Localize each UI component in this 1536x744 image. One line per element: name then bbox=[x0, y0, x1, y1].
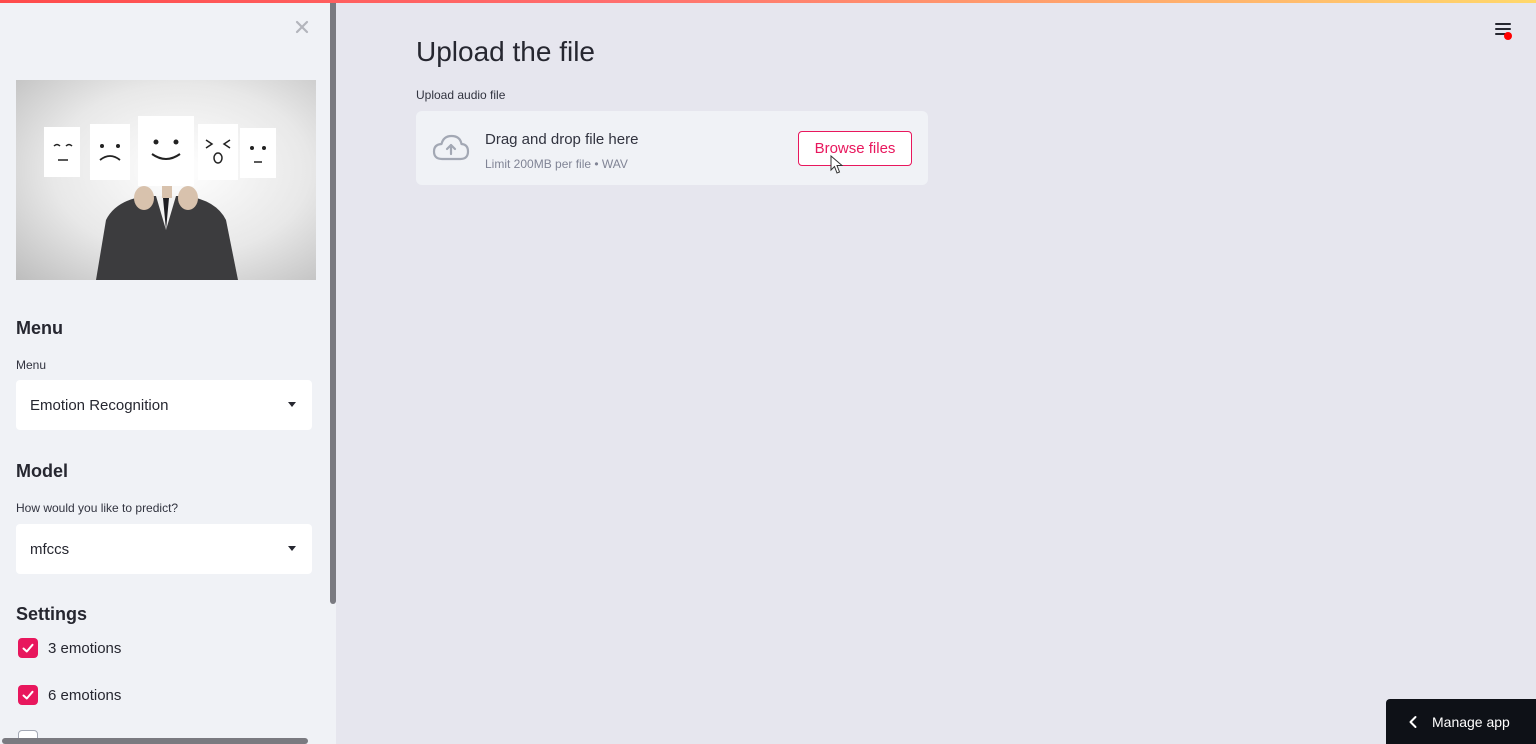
browse-files-button[interactable]: Browse files bbox=[798, 131, 912, 166]
checkbox-checked-icon[interactable] bbox=[18, 638, 38, 658]
checkbox-label: 3 emotions bbox=[48, 639, 122, 657]
model-select[interactable]: mfccs bbox=[16, 524, 312, 574]
menu-select-value: Emotion Recognition bbox=[30, 396, 169, 414]
dropzone-instructions: Drag and drop file here bbox=[485, 131, 639, 148]
caret-down-icon bbox=[288, 546, 296, 551]
upload-label: Upload audio file bbox=[416, 88, 506, 102]
main-content: Upload the file Upload audio file Drag a… bbox=[336, 0, 1536, 744]
mouse-cursor-icon bbox=[830, 155, 844, 174]
manage-app-button[interactable]: Manage app bbox=[1386, 699, 1536, 744]
cloud-upload-icon bbox=[432, 134, 470, 161]
page-title: Upload the file bbox=[416, 36, 596, 67]
checkbox-label: 6 emotions bbox=[48, 686, 122, 704]
close-icon bbox=[295, 20, 309, 34]
sidebar-horizontal-scrollbar[interactable] bbox=[2, 738, 308, 744]
top-decoration-bar bbox=[0, 0, 1536, 3]
menu-select[interactable]: Emotion Recognition bbox=[16, 380, 312, 430]
dropzone-limit: Limit 200MB per file • WAV bbox=[485, 157, 628, 171]
checkbox-6-emotions[interactable]: 6 emotions bbox=[18, 685, 121, 705]
notification-dot bbox=[1504, 32, 1512, 40]
menu-select-label: Menu bbox=[16, 358, 47, 372]
sidebar: Menu Menu Emotion Recognition Model How … bbox=[0, 0, 336, 744]
model-select-label: How would you like to predict? bbox=[16, 501, 179, 515]
menu-heading: Menu bbox=[16, 318, 63, 338]
caret-down-icon bbox=[288, 402, 296, 407]
file-dropzone[interactable]: Drag and drop file here Limit 200MB per … bbox=[416, 111, 928, 185]
model-select-value: mfccs bbox=[30, 540, 70, 558]
model-heading: Model bbox=[16, 461, 68, 481]
checkbox-3-emotions[interactable]: 3 emotions bbox=[18, 638, 121, 658]
checkbox-checked-icon[interactable] bbox=[18, 685, 38, 705]
chevron-left-icon bbox=[1409, 715, 1417, 728]
sidebar-hero-image bbox=[16, 80, 316, 280]
manage-app-label: Manage app bbox=[1432, 713, 1510, 730]
close-sidebar-button[interactable] bbox=[292, 16, 312, 38]
settings-heading: Settings bbox=[16, 604, 88, 624]
